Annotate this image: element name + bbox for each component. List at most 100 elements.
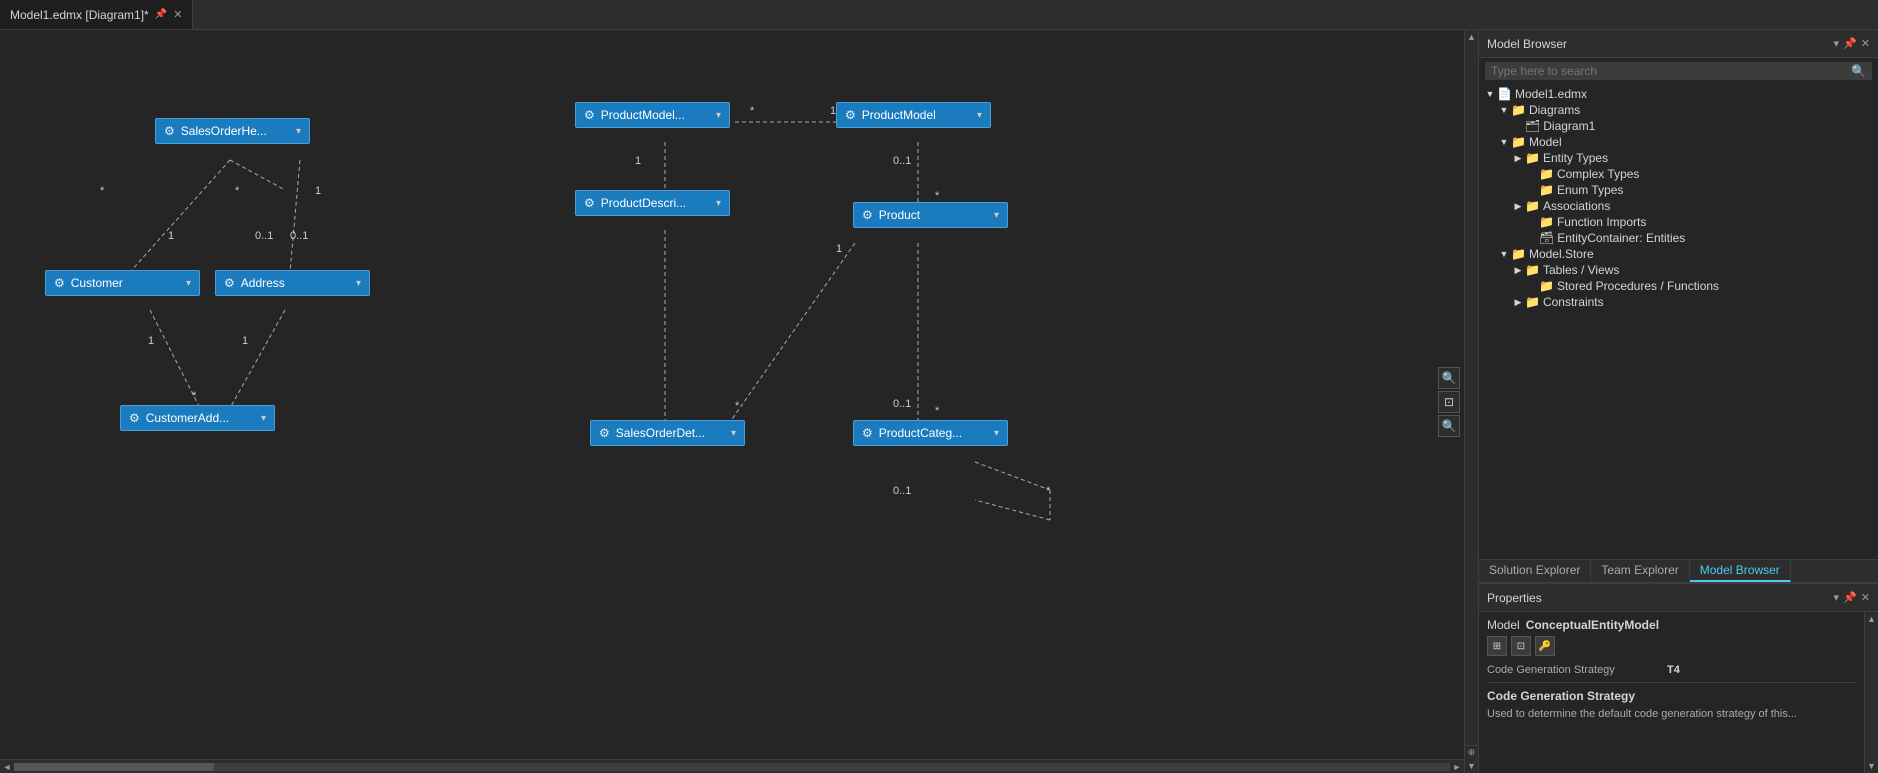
scroll-left-arrow[interactable]: ◄ (0, 762, 14, 772)
tree-item-diagram1[interactable]: 🗂 Diagram1 (1479, 118, 1878, 134)
folder-icon: 📁 (1525, 199, 1540, 213)
folder-icon: 📁 (1539, 215, 1554, 229)
tab-team-explorer[interactable]: Team Explorer (1591, 560, 1689, 582)
props-grid-icon-btn[interactable]: ⊞ (1487, 636, 1507, 656)
entity-name: Product (879, 208, 988, 222)
panel-pin-icon[interactable]: 📌 (1843, 37, 1857, 50)
panel-dropdown-icon[interactable]: ▾ (1834, 37, 1840, 50)
hscroll-thumb[interactable] (14, 763, 214, 771)
entity-expand-icon[interactable]: ▾ (977, 110, 982, 121)
props-scroll-down[interactable]: ▼ (1865, 759, 1878, 773)
zoom-out-button[interactable]: 🔍 (1438, 415, 1460, 437)
corner-arrow-icon: ⊕ (1468, 747, 1476, 758)
props-key-icon-btn[interactable]: 🔑 (1535, 636, 1555, 656)
fit-button[interactable]: ⊡ (1438, 391, 1460, 413)
entity-customer[interactable]: ⚙ Customer ▾ (45, 270, 200, 296)
entity-address[interactable]: ⚙ Address ▾ (215, 270, 370, 296)
entity-product[interactable]: ⚙ Product ▾ (853, 202, 1008, 228)
scroll-right-arrow[interactable]: ► (1450, 762, 1464, 772)
tree-item-model1edmx[interactable]: 📄 Model1.edmx (1479, 86, 1878, 102)
model-browser-title: Model Browser (1487, 37, 1567, 51)
entity-name: ProductModel (862, 108, 971, 122)
tree-arrow-tables-views[interactable] (1511, 265, 1525, 276)
tree-label-entity-container: EntityContainer: Entities (1557, 231, 1685, 245)
tree-item-constraints[interactable]: 📁 Constraints (1479, 294, 1878, 310)
entity-productdescri[interactable]: ⚙ ProductDescri... ▾ (575, 190, 730, 216)
entity-customeradd[interactable]: ⚙ CustomerAdd... ▾ (120, 405, 275, 431)
props-codegen-value: T4 (1667, 664, 1680, 676)
entity-expand-icon[interactable]: ▾ (731, 428, 736, 439)
mult-label: 0..1 (255, 230, 273, 242)
tree-item-diagrams[interactable]: 📁 Diagrams (1479, 102, 1878, 118)
entity-salesorderdet[interactable]: ⚙ SalesOrderDet... ▾ (590, 420, 745, 446)
tree-label-constraints: Constraints (1543, 295, 1604, 309)
entity-name: Address (241, 276, 350, 290)
tab-model-browser[interactable]: Model Browser (1690, 560, 1791, 582)
search-icon: 🔍 (1851, 64, 1866, 78)
mult-label: * (935, 190, 939, 202)
tree-arrow-diagrams[interactable] (1497, 105, 1511, 115)
tree-label-complex-types: Complex Types (1557, 167, 1639, 181)
zoom-in-button[interactable]: 🔍 (1438, 367, 1460, 389)
entity-expand-icon[interactable]: ▾ (994, 210, 999, 221)
entity-productcateg[interactable]: ⚙ ProductCateg... ▾ (853, 420, 1008, 446)
scroll-up-arrow[interactable]: ▲ (1465, 30, 1479, 44)
tree-item-entity-container[interactable]: 🗃 EntityContainer: Entities (1479, 230, 1878, 246)
entity-icon: ⚙ (54, 276, 65, 290)
folder-icon: 📁 (1511, 135, 1526, 149)
scroll-down-arrow[interactable]: ▼ (1465, 759, 1479, 773)
props-scroll-right: ▲ ▼ (1864, 612, 1878, 773)
entity-expand-icon[interactable]: ▾ (261, 413, 266, 424)
tree-item-model[interactable]: 📁 Model (1479, 134, 1878, 150)
diagram-tab[interactable]: Model1.edmx [Diagram1]* 📌 ✕ (0, 0, 193, 29)
tree-item-complex-types[interactable]: 📁 Complex Types (1479, 166, 1878, 182)
tree-arrow-model1edmx[interactable] (1483, 89, 1497, 99)
tree-arrow-model[interactable] (1497, 137, 1511, 147)
props-filter-icon-btn[interactable]: ⊡ (1511, 636, 1531, 656)
entity-salesorderhe[interactable]: ⚙ SalesOrderHe... ▾ (155, 118, 310, 144)
entity-expand-icon[interactable]: ▾ (994, 428, 999, 439)
tree-item-tables-views[interactable]: 📁 Tables / Views (1479, 262, 1878, 278)
entity-expand-icon[interactable]: ▾ (356, 278, 361, 289)
tab-close-button[interactable]: ✕ (173, 8, 182, 21)
props-model-value: ConceptualEntityModel (1526, 618, 1659, 632)
search-input[interactable] (1491, 64, 1851, 78)
tree-item-function-imports[interactable]: 📁 Function Imports (1479, 214, 1878, 230)
props-dropdown-icon[interactable]: ▾ (1834, 591, 1840, 604)
entity-expand-icon[interactable]: ▾ (716, 110, 721, 121)
tree-item-stored-procedures[interactable]: 📁 Stored Procedures / Functions (1479, 278, 1878, 294)
tree-item-enum-types[interactable]: 📁 Enum Types (1479, 182, 1878, 198)
tab-pin-icon[interactable]: 📌 (155, 9, 167, 20)
entity-icon: ⚙ (862, 426, 873, 440)
mult-label: 0..1 (893, 398, 911, 410)
tree-item-model-store[interactable]: 📁 Model.Store (1479, 246, 1878, 262)
entity-productmodel1[interactable]: ⚙ ProductModel... ▾ (575, 102, 730, 128)
entity-expand-icon[interactable]: ▾ (716, 198, 721, 209)
entity-icon: ⚙ (584, 108, 595, 122)
tree-arrow-entity-types[interactable] (1511, 153, 1525, 164)
props-close-icon[interactable]: ✕ (1861, 591, 1870, 604)
props-codegen-label: Code Generation Strategy (1487, 664, 1667, 676)
entity-expand-icon[interactable]: ▾ (296, 126, 301, 137)
right-panel: Model Browser ▾ 📌 ✕ 🔍 📄 Model1.edmx (1478, 30, 1878, 773)
props-model-row: Model ConceptualEntityModel (1487, 618, 1856, 632)
props-pin-icon[interactable]: 📌 (1843, 591, 1857, 604)
tree-item-entity-types[interactable]: 📁 Entity Types (1479, 150, 1878, 166)
entity-productmodel2[interactable]: ⚙ ProductModel ▾ (836, 102, 991, 128)
tree-item-associations[interactable]: 📁 Associations (1479, 198, 1878, 214)
entity-expand-icon[interactable]: ▾ (186, 278, 191, 289)
diagram-hscroll[interactable]: ◄ ► (0, 759, 1464, 773)
model-tree[interactable]: 📄 Model1.edmx 📁 Diagrams 🗂 Diagram1 (1479, 84, 1878, 559)
tree-label-diagram1: Diagram1 (1543, 119, 1595, 133)
props-scroll-up[interactable]: ▲ (1865, 612, 1878, 626)
tree-arrow-associations[interactable] (1511, 201, 1525, 212)
tree-label-model: Model (1529, 135, 1562, 149)
folder-icon: 📁 (1525, 263, 1540, 277)
diagram-canvas[interactable]: 1 * * 1 0..1 0..1 1 1 * 1 * 1 0..1 * 1 *… (0, 30, 1478, 773)
panel-close-icon[interactable]: ✕ (1861, 37, 1870, 50)
tree-arrow-constraints[interactable] (1511, 297, 1525, 308)
mult-label: 0..1 (893, 155, 911, 167)
folder-icon: 📁 (1539, 183, 1554, 197)
tree-arrow-model-store[interactable] (1497, 249, 1511, 259)
tab-solution-explorer[interactable]: Solution Explorer (1479, 560, 1591, 582)
